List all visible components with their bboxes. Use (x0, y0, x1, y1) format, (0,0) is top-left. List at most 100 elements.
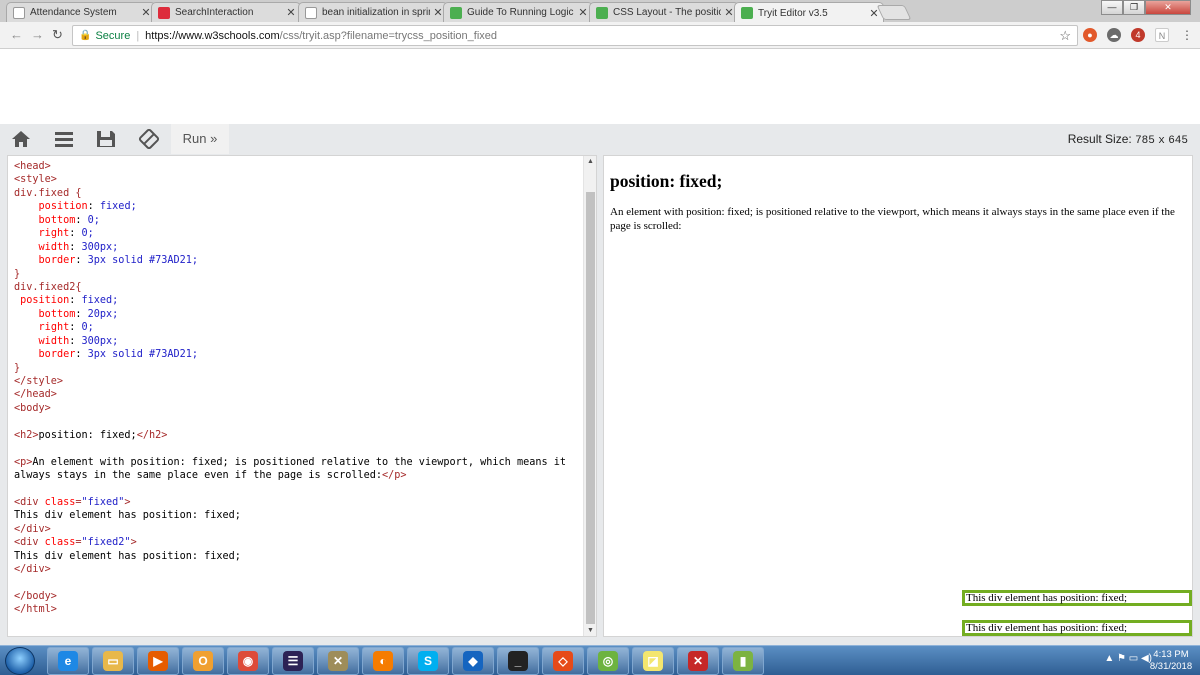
taskbar-app-button[interactable]: e (47, 647, 89, 675)
bookmark-star-icon[interactable]: ☆ (1059, 28, 1071, 44)
rotate-orientation-icon[interactable] (138, 129, 160, 149)
notepad-icon (450, 6, 462, 19)
result-size-label: Result Size: (1067, 132, 1132, 146)
window-minimize-button[interactable]: — (1101, 0, 1123, 15)
taskbar-app-button[interactable]: ◎ (587, 647, 629, 675)
browser-tab[interactable]: Attendance System ✕ (6, 2, 156, 22)
code-token: div.fixed { (14, 187, 82, 199)
code-token: </style> (14, 376, 64, 387)
window-close-button[interactable]: ✕ (1145, 0, 1191, 15)
menu-icon[interactable] (53, 129, 75, 149)
extension-cloud-icon[interactable]: ☁ (1107, 28, 1121, 42)
run-button[interactable]: Run » (171, 124, 229, 154)
system-tray[interactable]: ▲ ⚑ ▭ ◀) (1104, 653, 1152, 664)
code-line: position: fixed; (14, 200, 584, 213)
code-token: <h2> (14, 429, 39, 441)
code-token: class (44, 496, 76, 508)
extension-shield-icon[interactable]: ● (1083, 28, 1097, 42)
code-editor[interactable]: <head> <style> div.fixed { position: fixed… (7, 155, 597, 637)
taskbar-app-button[interactable]: ▮ (722, 647, 764, 675)
code-token: 0; (81, 228, 94, 240)
code-token: position (38, 201, 88, 213)
start-button-icon[interactable] (5, 647, 35, 675)
chrome-icon: ◉ (238, 651, 258, 671)
lock-icon: 🔒 (79, 30, 92, 41)
code-token: This div element has position: fixed; (14, 550, 241, 562)
taskbar-app-button[interactable]: ☰ (272, 647, 314, 675)
taskbar-app-button[interactable]: ▭ (92, 647, 134, 675)
code-line: div.fixed { (14, 187, 584, 200)
taskbar-app-button[interactable]: _ (497, 647, 539, 675)
code-token: 300px; (81, 241, 119, 253)
browser-tab[interactable]: bean initialization in sprin ✕ (298, 2, 448, 22)
browser-tab[interactable]: SearchInteraction ✕ (151, 2, 301, 22)
firefox-icon: ◐ (373, 651, 393, 671)
tab-close-icon[interactable]: ✕ (286, 6, 296, 19)
google-icon (305, 6, 317, 19)
tools-icon: ✕ (328, 651, 348, 671)
url-host: https://www.w3schools.com (145, 29, 280, 42)
chrome-menu-icon[interactable]: ⋮ (1180, 28, 1194, 42)
code-token: <body> (14, 402, 51, 414)
save-icon[interactable] (95, 129, 117, 149)
media-player-icon: ▶ (148, 651, 168, 671)
taskbar-app-button[interactable]: ◇ (542, 647, 584, 675)
code-line: </style> (14, 375, 584, 388)
taskbar-app-button[interactable]: ✕ (677, 647, 719, 675)
taskbar-app-button[interactable]: ◆ (452, 647, 494, 675)
taskbar-app-button[interactable]: ✕ (317, 647, 359, 675)
reload-icon[interactable]: ↻ (52, 27, 63, 43)
stickies-icon: ◪ (643, 651, 663, 671)
scroll-down-arrow-icon[interactable]: ▼ (587, 627, 594, 634)
code-token: : (69, 241, 82, 253)
extension-n-icon[interactable]: N (1155, 28, 1169, 42)
scrollbar-thumb[interactable] (586, 192, 595, 624)
browser-tab[interactable]: Tryit Editor v3.5 ✕ (734, 2, 884, 23)
tab-close-icon[interactable]: ✕ (433, 6, 443, 19)
back-arrow-icon[interactable]: ← (10, 27, 23, 42)
address-bar[interactable]: 🔒 Secure | https://www.w3schools.com /cs… (72, 25, 1078, 46)
code-token: width (38, 241, 70, 253)
code-token: bottom (38, 308, 76, 320)
xml-tool-icon: ✕ (688, 651, 708, 671)
code-token: div.fixed2{ (14, 281, 82, 293)
browser-tab[interactable]: Guide To Running Logic ✕ (443, 2, 593, 22)
home-icon[interactable] (10, 129, 32, 149)
code-line: border: 3px solid #73AD21; (14, 254, 584, 267)
code-token: <div (14, 537, 45, 549)
profiler-icon: ▮ (733, 651, 753, 671)
tab-close-icon[interactable]: ✕ (141, 6, 151, 19)
code-token: > (130, 537, 137, 549)
code-line: <style> (14, 173, 584, 186)
code-token: : (69, 228, 82, 240)
code-token: 3px solid #73AD21; (87, 255, 199, 267)
taskbar-app-button[interactable]: O (182, 647, 224, 675)
code-token: right (38, 322, 70, 334)
clock[interactable]: 4:13 PM 8/31/2018 (1148, 649, 1194, 673)
code-token: 0; (87, 214, 100, 226)
code-token: : (75, 214, 88, 226)
tab-close-icon[interactable]: ✕ (724, 6, 734, 19)
taskbar-app-button[interactable]: ▶ (137, 647, 179, 675)
scroll-up-arrow-icon[interactable]: ▲ (587, 158, 594, 165)
browser-tab[interactable]: CSS Layout - The position ✕ (589, 2, 739, 22)
code-token: </div> (14, 523, 51, 535)
editor-scrollbar[interactable]: ▲ ▼ (583, 156, 596, 636)
taskbar-app-button[interactable]: S (407, 647, 449, 675)
window-restore-button[interactable]: ❐ (1123, 0, 1145, 15)
tab-title: Tryit Editor v3.5 (758, 7, 828, 19)
result-times: x (1158, 135, 1165, 147)
forward-arrow-icon[interactable]: → (31, 27, 44, 42)
taskbar-app-button[interactable]: ◐ (362, 647, 404, 675)
code-text[interactable]: <head> <style> div.fixed { position: fixed… (14, 160, 584, 617)
extension-notify-icon[interactable]: 4 (1131, 28, 1145, 42)
code-line: position: fixed; (14, 294, 584, 307)
taskbar-app-button[interactable]: ◉ (227, 647, 269, 675)
tab-title: bean initialization in sprin (322, 7, 430, 18)
code-token: This div element has position: fixed; (14, 510, 241, 522)
code-line: </html> (14, 603, 584, 616)
taskbar-app-button[interactable]: ◪ (632, 647, 674, 675)
tab-close-icon[interactable]: ✕ (578, 6, 588, 19)
